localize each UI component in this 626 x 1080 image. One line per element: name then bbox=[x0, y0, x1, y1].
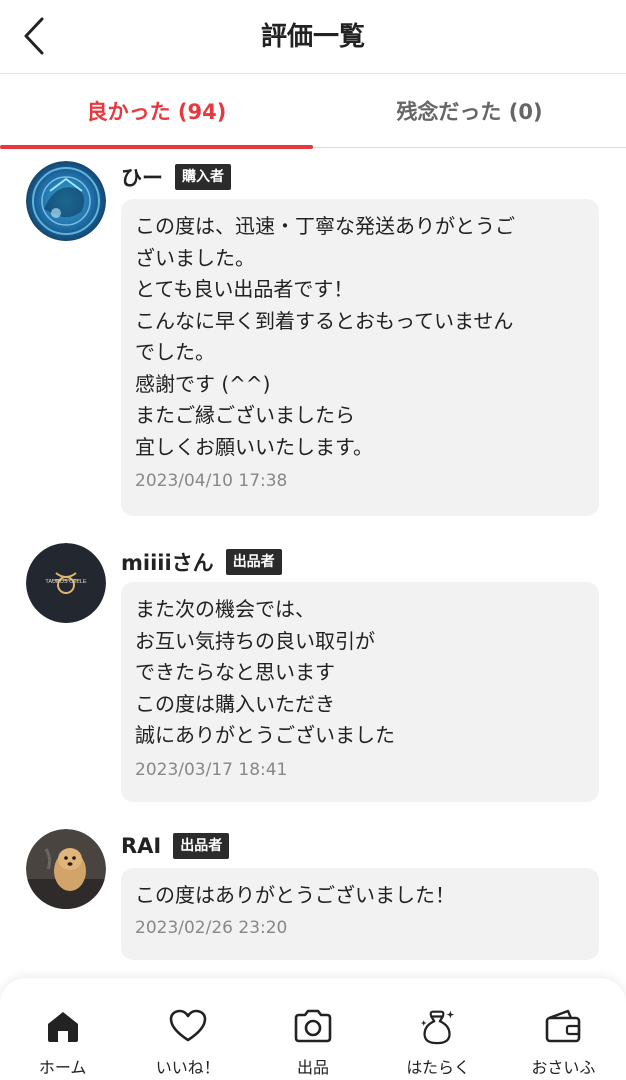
chevron-left-icon bbox=[24, 17, 44, 55]
review-date: 2023/04/10 17:38 bbox=[135, 471, 288, 491]
role-badge: 購入者 bbox=[175, 164, 231, 190]
reviewer-name[interactable]: miiiiさん bbox=[121, 547, 214, 577]
avatar-image bbox=[26, 829, 106, 909]
nav-sell-label: 出品 bbox=[297, 1058, 330, 1077]
nav-wallet-label: おさいふ bbox=[531, 1058, 596, 1077]
avatar[interactable] bbox=[26, 829, 106, 909]
tab-bar: 良かった (94) 残念だった (0) bbox=[0, 74, 626, 149]
camera-icon bbox=[293, 1006, 333, 1046]
header-bar: 評価一覧 bbox=[0, 0, 626, 74]
avatar-image bbox=[26, 161, 106, 241]
nav-wallet[interactable]: おさいふ bbox=[501, 978, 626, 1080]
comment-text: また次の機会では、 お互い気持ちの良い取引が できたらなと思います この度は購入… bbox=[135, 597, 395, 747]
wallet-icon bbox=[543, 1006, 583, 1046]
bottom-navigation: ホーム いいね！ 出品 はたらく おさいふ bbox=[0, 978, 626, 1080]
review-date: 2023/03/17 18:41 bbox=[135, 759, 288, 780]
reviewer-info: RAI 出品者 bbox=[121, 831, 230, 861]
comment-text: この度はありがとうございました！ bbox=[135, 883, 455, 907]
reviewer-info: ひー 購入者 bbox=[121, 162, 231, 192]
avatar-logo-text: TAURUS CELLE bbox=[45, 579, 86, 585]
reviewer-name[interactable]: RAI bbox=[121, 834, 161, 858]
review-date: 2023/02/26 23:20 bbox=[135, 917, 288, 938]
comment-bubble: この度はありがとうございました！ 2023/02/26 23:20 bbox=[121, 868, 599, 960]
comment-bubble: また次の機会では、 お互い気持ちの良い取引が できたらなと思います この度は購入… bbox=[121, 582, 599, 802]
nav-home-label: ホーム bbox=[38, 1058, 87, 1077]
nav-work-label: はたらく bbox=[406, 1058, 471, 1077]
tab-bad[interactable]: 残念だった (0) bbox=[313, 74, 626, 147]
heart-icon bbox=[168, 1006, 208, 1046]
nav-home[interactable]: ホーム bbox=[0, 978, 125, 1080]
nav-likes[interactable]: いいね！ bbox=[125, 978, 250, 1080]
nav-work[interactable]: はたらく bbox=[376, 978, 501, 1080]
comment-bubble: この度は、迅速・丁寧な発送ありがとうご ざいました。 とても良い出品者です！ こ… bbox=[121, 199, 599, 516]
avatar[interactable] bbox=[26, 161, 106, 241]
reviewer-info: miiiiさん 出品者 bbox=[121, 547, 282, 577]
tab-good[interactable]: 良かった (94) bbox=[0, 74, 313, 149]
nav-likes-label: いいね！ bbox=[155, 1058, 220, 1077]
role-badge: 出品者 bbox=[173, 833, 230, 859]
back-button[interactable] bbox=[16, 14, 52, 58]
role-badge: 出品者 bbox=[225, 549, 282, 575]
comment-text: この度は、迅速・丁寧な発送ありがとうご ざいました。 とても良い出品者です！ こ… bbox=[135, 214, 515, 459]
money-bag-icon bbox=[418, 1006, 458, 1046]
reviewer-name[interactable]: ひー bbox=[121, 162, 163, 192]
nav-sell[interactable]: 出品 bbox=[250, 978, 375, 1080]
avatar[interactable]: TAURUS CELLE bbox=[26, 543, 106, 623]
home-icon bbox=[43, 1006, 83, 1046]
avatar-image: TAURUS CELLE bbox=[26, 543, 106, 623]
page-title: 評価一覧 bbox=[260, 22, 365, 52]
